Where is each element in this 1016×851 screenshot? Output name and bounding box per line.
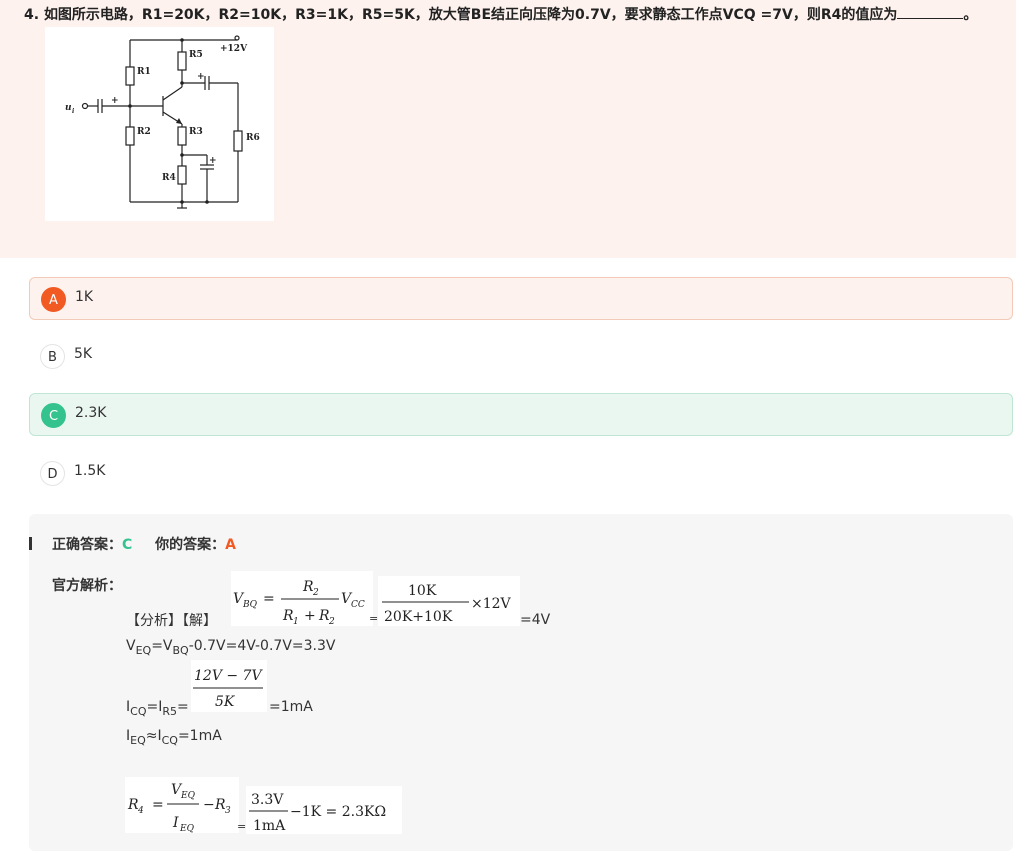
f4-den: I [172,815,179,831]
question-suffix: 。 [963,7,978,23]
f1-den-a-sub: 1 [293,617,299,626]
l2-b: =V [151,638,173,654]
f1-eq: = [263,591,275,607]
section-marker [29,537,32,550]
f5-eq: = [237,820,247,833]
l2-c: -0.7V=4V-0.7V=3.3V [188,638,336,654]
option-badge: C [41,403,66,428]
correct-answer-label: 正确答案： [52,537,122,553]
l4-c: =1mA [177,728,222,744]
l3-c: = [177,699,189,715]
question-text: 如图所示电路，R1=20K，R2=10K，R3=1K，R5=5K，放大管BE结正… [43,7,898,23]
option-d[interactable]: D 1.5K [29,452,1013,495]
f2-eq: = [369,612,379,625]
formula-r4-svg: R 4 = V EQ I EQ − R 3 [127,782,231,834]
circuit-svg: +12V u i R1 R2 R3 R4 R5 R6 + + + [65,35,260,209]
f3-num: 12V − 7V [194,668,263,684]
option-a[interactable]: A 1K [29,277,1013,320]
option-text: 2.3K [75,405,107,421]
your-answer-label: 你的答案： [155,537,226,553]
r1-label: R1 [137,67,151,77]
formula-icq: 12V − 7V 5K [191,660,267,712]
answer-blank [897,7,964,19]
formula-icq-svg: 12V − 7V 5K [193,668,263,710]
f1-den-plus: + [304,608,316,624]
f1-lhs-sub: BQ [242,600,258,610]
question-panel: 4. 如图所示电路，R1=20K，R2=10K，R3=1K，R5=5K，放大管B… [0,0,1016,258]
r5-label: R5 [189,50,203,60]
f5-num: 3.3V [251,792,284,808]
correct-answer-value: C [122,537,133,553]
option-text: 1.5K [74,463,106,479]
f1-den-b-sub: 2 [328,617,335,626]
f2-den: 20K+10K [384,609,453,625]
r4-label: R4 [162,173,176,183]
your-answer-value: A [225,537,236,553]
line3-suffix: =1mA [269,699,313,715]
formula-vbq-svg: V BQ = R 2 R 1 + R 2 V CC [233,579,365,627]
option-c[interactable]: C 2.3K [29,393,1013,436]
f4-lhs-sub: 4 [137,806,144,816]
option-badge: B [40,344,65,369]
f2-times: ×12V [471,596,512,612]
line-ieq: IEQ≈ICQ=1mA [126,728,222,747]
analysis-prefix: 【分析】【解】 [126,613,217,629]
f5-rest: −1K = 2.3KΩ [290,804,386,820]
f1-num-sub: 2 [312,588,319,598]
formula-vbq: V BQ = R 2 R 1 + R 2 V CC [231,571,373,627]
output-cap-plus: + [197,72,205,82]
official-analysis-label: 官方解析： [52,578,122,594]
question-number: 4. [24,7,40,23]
bypass-cap-plus: + [209,156,217,166]
r3-label: R3 [189,127,203,137]
f4-eq: = [152,797,164,813]
formula-r4: R 4 = V EQ I EQ − R 3 [125,777,239,834]
line-icq: ICQ=IR5= [126,699,189,718]
f3-den: 5K [215,694,236,710]
circuit-diagram: +12V u i R1 R2 R3 R4 R5 R6 + + + [45,27,274,221]
l2-b-sub: BQ [172,643,189,657]
f4-num-sub: EQ [180,791,196,801]
formula-result-svg: 3.3V 1mA −1K = 2.3KΩ [249,792,386,834]
f1-rhs-sub: CC [351,600,365,610]
l3-b: =I [146,699,163,715]
r6-label: R6 [246,133,260,143]
line1-suffix: =4V [520,612,551,628]
f4-minus: − [203,797,215,813]
option-text: 1K [75,289,94,305]
input-label: u [65,103,72,113]
f4-den-sub: EQ [179,824,195,833]
option-b[interactable]: B 5K [29,335,1013,378]
formula-ratio: 10K 20K+10K ×12V [378,576,520,626]
l4-a-sub: EQ [130,733,146,747]
f4-r3-sub: 3 [225,806,231,816]
l4-b: ≈I [145,728,162,744]
l3-a-sub: CQ [130,704,147,718]
option-badge: A [41,287,66,312]
l2-a: V [126,638,136,654]
l4-b-sub: CQ [161,733,178,747]
l3-b-sub: R5 [162,704,177,718]
input-sub-label: i [72,108,75,115]
input-cap-plus: + [111,96,119,106]
option-badge: D [40,461,65,486]
option-text: 5K [74,346,93,362]
question-title: 4. 如图所示电路，R1=20K，R2=10K，R3=1K，R5=5K，放大管B… [24,4,977,24]
r2-label: R2 [137,127,151,137]
f2-num: 10K [408,583,437,599]
answer-summary: 正确答案：C 你的答案：A [52,534,236,554]
vcc-label: +12V [220,44,248,54]
line-veq: VEQ=VBQ-0.7V=4V-0.7V=3.3V [126,638,335,657]
l2-a-sub: EQ [135,643,152,657]
f5-den: 1mA [253,818,286,834]
analysis-panel: 正确答案：C 你的答案：A 官方解析： V BQ = R 2 R 1 + R 2… [29,514,1013,851]
formula-result: 3.3V 1mA −1K = 2.3KΩ [246,786,402,834]
formula-ratio-svg: 10K 20K+10K ×12V [382,583,512,625]
